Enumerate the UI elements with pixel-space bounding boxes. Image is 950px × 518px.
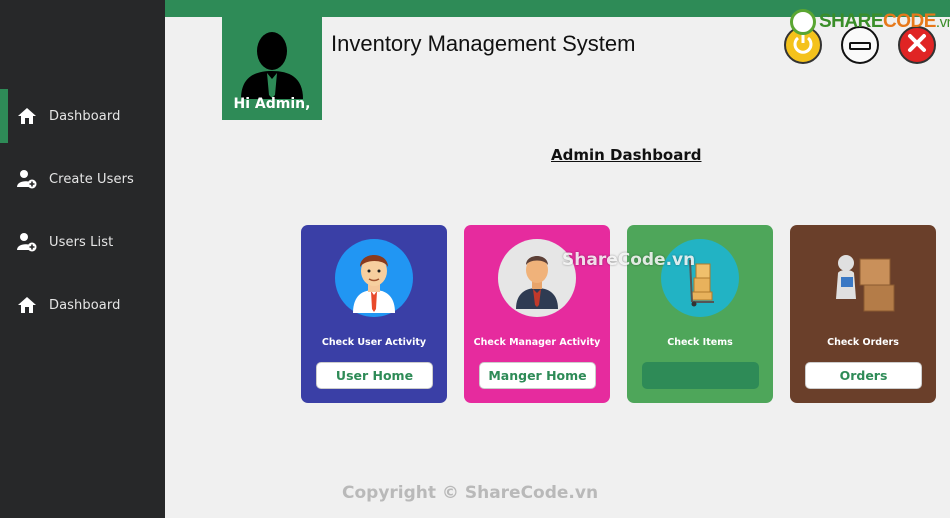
home-icon [16,294,38,316]
app-title: Inventory Management System [331,31,636,56]
power-icon [792,32,814,58]
section-title: Admin Dashboard [551,146,702,164]
add-user-icon [16,231,38,253]
sidebar: Dashboard Create Users Users List Dashbo… [0,0,165,518]
sidebar-item-dashboard-2[interactable]: Dashboard [0,278,165,332]
card-orders: Check Orders Orders [790,225,936,403]
home-icon [16,105,38,127]
watermark-text: ShareCode.vn [562,250,696,270]
orders-button[interactable]: Orders [805,362,922,389]
sidebar-item-label: Dashboard [49,297,121,313]
user-home-button[interactable]: User Home [316,362,433,389]
copyright-text: Copyright © ShareCode.vn [342,483,599,503]
sidebar-item-label: Create Users [49,171,134,187]
card-user-activity: Check User Activity User Home [301,225,447,403]
admin-profile-box: Hi Admin, [222,17,322,120]
sidebar-item-create-users[interactable]: Create Users [0,152,165,206]
admin-greeting: Hi Admin, [233,96,311,112]
card-label: Check Items [667,337,733,348]
sharecode-logo: SHARECODE.vn [790,9,950,35]
sidebar-item-users-list[interactable]: Users List [0,215,165,269]
manager-home-button[interactable]: Manger Home [479,362,596,389]
sidebar-item-dashboard[interactable]: Dashboard [0,89,165,143]
card-label: Check Orders [827,337,899,348]
user-silhouette-icon [239,29,305,99]
add-user-icon [16,168,38,190]
minimize-icon [849,36,871,55]
sharecode-logo-text: SHARECODE.vn [819,11,950,32]
sidebar-item-label: Users List [49,234,114,250]
card-label: Check User Activity [321,337,427,348]
orders-boxes-icon [824,239,902,317]
sidebar-item-label: Dashboard [49,108,121,124]
card-label: Check Manager Activity [473,337,601,348]
sharecode-logo-icon [790,9,816,35]
items-button[interactable] [642,362,759,389]
user-avatar-icon [335,239,413,317]
